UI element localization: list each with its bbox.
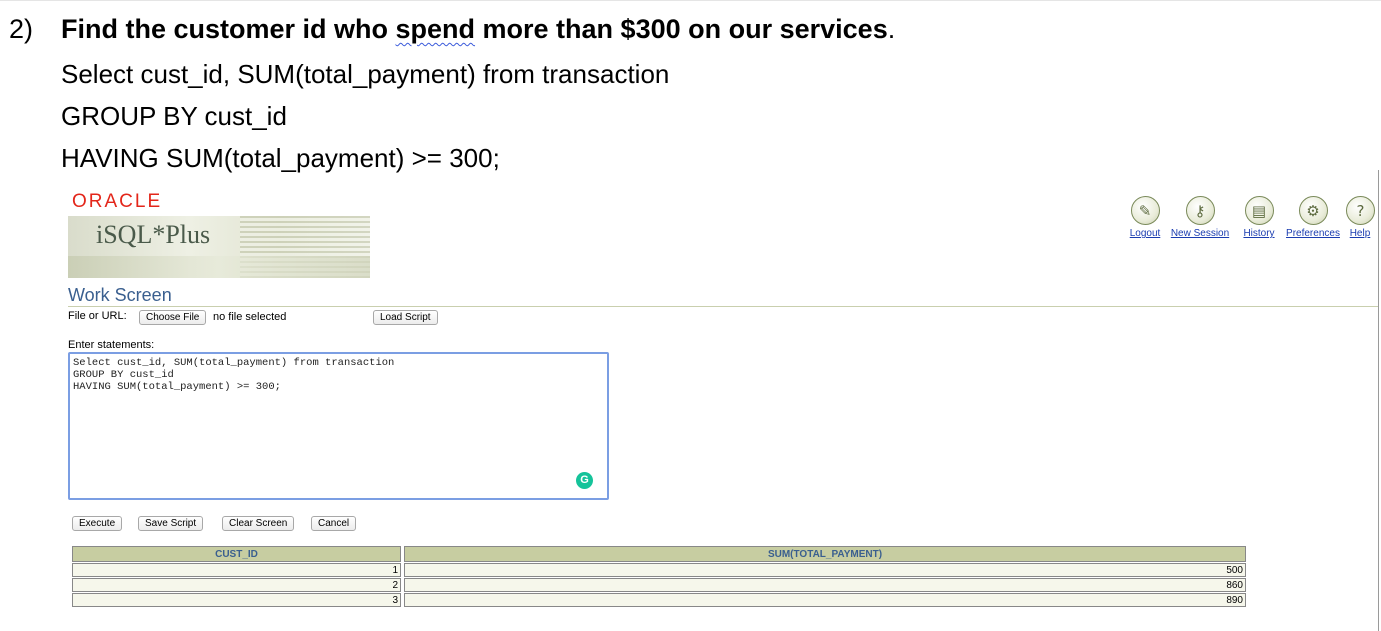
work-screen-title: Work Screen xyxy=(68,285,172,305)
table-row: 2 860 xyxy=(72,578,1246,592)
question-text: Find the customer id who spend more than… xyxy=(61,14,888,44)
logout-key-icon[interactable]: ✎ xyxy=(1130,196,1160,225)
column-header-cust-id: CUST_ID xyxy=(72,546,401,562)
question-heading: 2) Find the customer id who spend more th… xyxy=(9,14,895,45)
load-script-button[interactable]: Load Script xyxy=(373,310,438,325)
top-border xyxy=(0,0,1381,1)
nav-new-session-link[interactable]: New Session xyxy=(1165,228,1235,239)
sql-line-2: GROUP BY cust_id xyxy=(61,101,287,131)
execute-button[interactable]: Execute xyxy=(72,516,123,531)
help-question-icon[interactable]: ? xyxy=(1346,196,1375,225)
question-text-spend: spend xyxy=(395,14,476,44)
results-table: CUST_ID SUM(TOTAL_PAYMENT) 1 500 2 860 3… xyxy=(69,545,1249,608)
new-session-key-icon[interactable]: ⚷ xyxy=(1185,196,1215,225)
sql-line-3: HAVING SUM(total_payment) >= 300; xyxy=(61,143,500,173)
table-row: 3 890 xyxy=(72,593,1246,607)
column-header-sum-total-payment: SUM(TOTAL_PAYMENT) xyxy=(404,546,1246,562)
nav-history-link[interactable]: History xyxy=(1238,228,1280,239)
global-nav: ✎ Logout ⚷ New Session ▤ History ⚙ Prefe… xyxy=(1125,196,1375,240)
cell-cust-id: 2 xyxy=(72,578,401,592)
cell-sum-total-payment: 500 xyxy=(404,563,1246,577)
nav-preferences[interactable]: ⚙ Preferences xyxy=(1281,196,1345,239)
question-period: . xyxy=(887,14,896,44)
product-title: iSQL*Plus xyxy=(96,220,211,249)
question-text-after: more than $300 on our services xyxy=(475,14,888,44)
cell-sum-total-payment: 890 xyxy=(404,593,1246,607)
nav-history[interactable]: ▤ History xyxy=(1238,196,1280,239)
nav-preferences-link[interactable]: Preferences xyxy=(1281,228,1345,239)
question-text-before: Find the customer id who xyxy=(61,14,396,44)
results-header-row: CUST_ID SUM(TOTAL_PAYMENT) xyxy=(72,546,1246,562)
no-file-selected-text: no file selected xyxy=(213,311,287,323)
screenshot-right-border xyxy=(1378,170,1379,631)
question-number: 2) xyxy=(9,14,34,44)
nav-logout-link[interactable]: Logout xyxy=(1125,228,1165,239)
cell-sum-total-payment: 860 xyxy=(404,578,1246,592)
preferences-icon[interactable]: ⚙ xyxy=(1298,196,1328,225)
nav-new-session[interactable]: ⚷ New Session xyxy=(1165,196,1235,239)
cell-cust-id: 3 xyxy=(72,593,401,607)
product-banner: iSQL*Plus xyxy=(68,216,370,278)
banner-texture xyxy=(68,256,370,278)
grammarly-icon[interactable]: G xyxy=(576,472,593,489)
oracle-logo: ORACLE xyxy=(72,191,163,212)
file-url-label: File or URL: xyxy=(68,310,127,322)
nav-help-link[interactable]: Help xyxy=(1346,228,1374,239)
enter-statements-label: Enter statements: xyxy=(68,339,155,351)
sql-line-1: Select cust_id, SUM(total_payment) from … xyxy=(61,59,670,89)
cell-cust-id: 1 xyxy=(72,563,401,577)
nav-help[interactable]: ? Help xyxy=(1346,196,1375,239)
work-screen-divider xyxy=(68,306,1378,307)
table-row: 1 500 xyxy=(72,563,1246,577)
nav-logout[interactable]: ✎ Logout xyxy=(1125,196,1165,239)
statements-input[interactable]: Select cust_id, SUM(total_payment) from … xyxy=(68,352,609,500)
clear-screen-button[interactable]: Clear Screen xyxy=(222,516,295,531)
cancel-button[interactable]: Cancel xyxy=(311,516,357,531)
save-script-button[interactable]: Save Script xyxy=(138,516,204,531)
history-document-icon[interactable]: ▤ xyxy=(1244,196,1274,225)
choose-file-button[interactable]: Choose File xyxy=(139,310,207,325)
